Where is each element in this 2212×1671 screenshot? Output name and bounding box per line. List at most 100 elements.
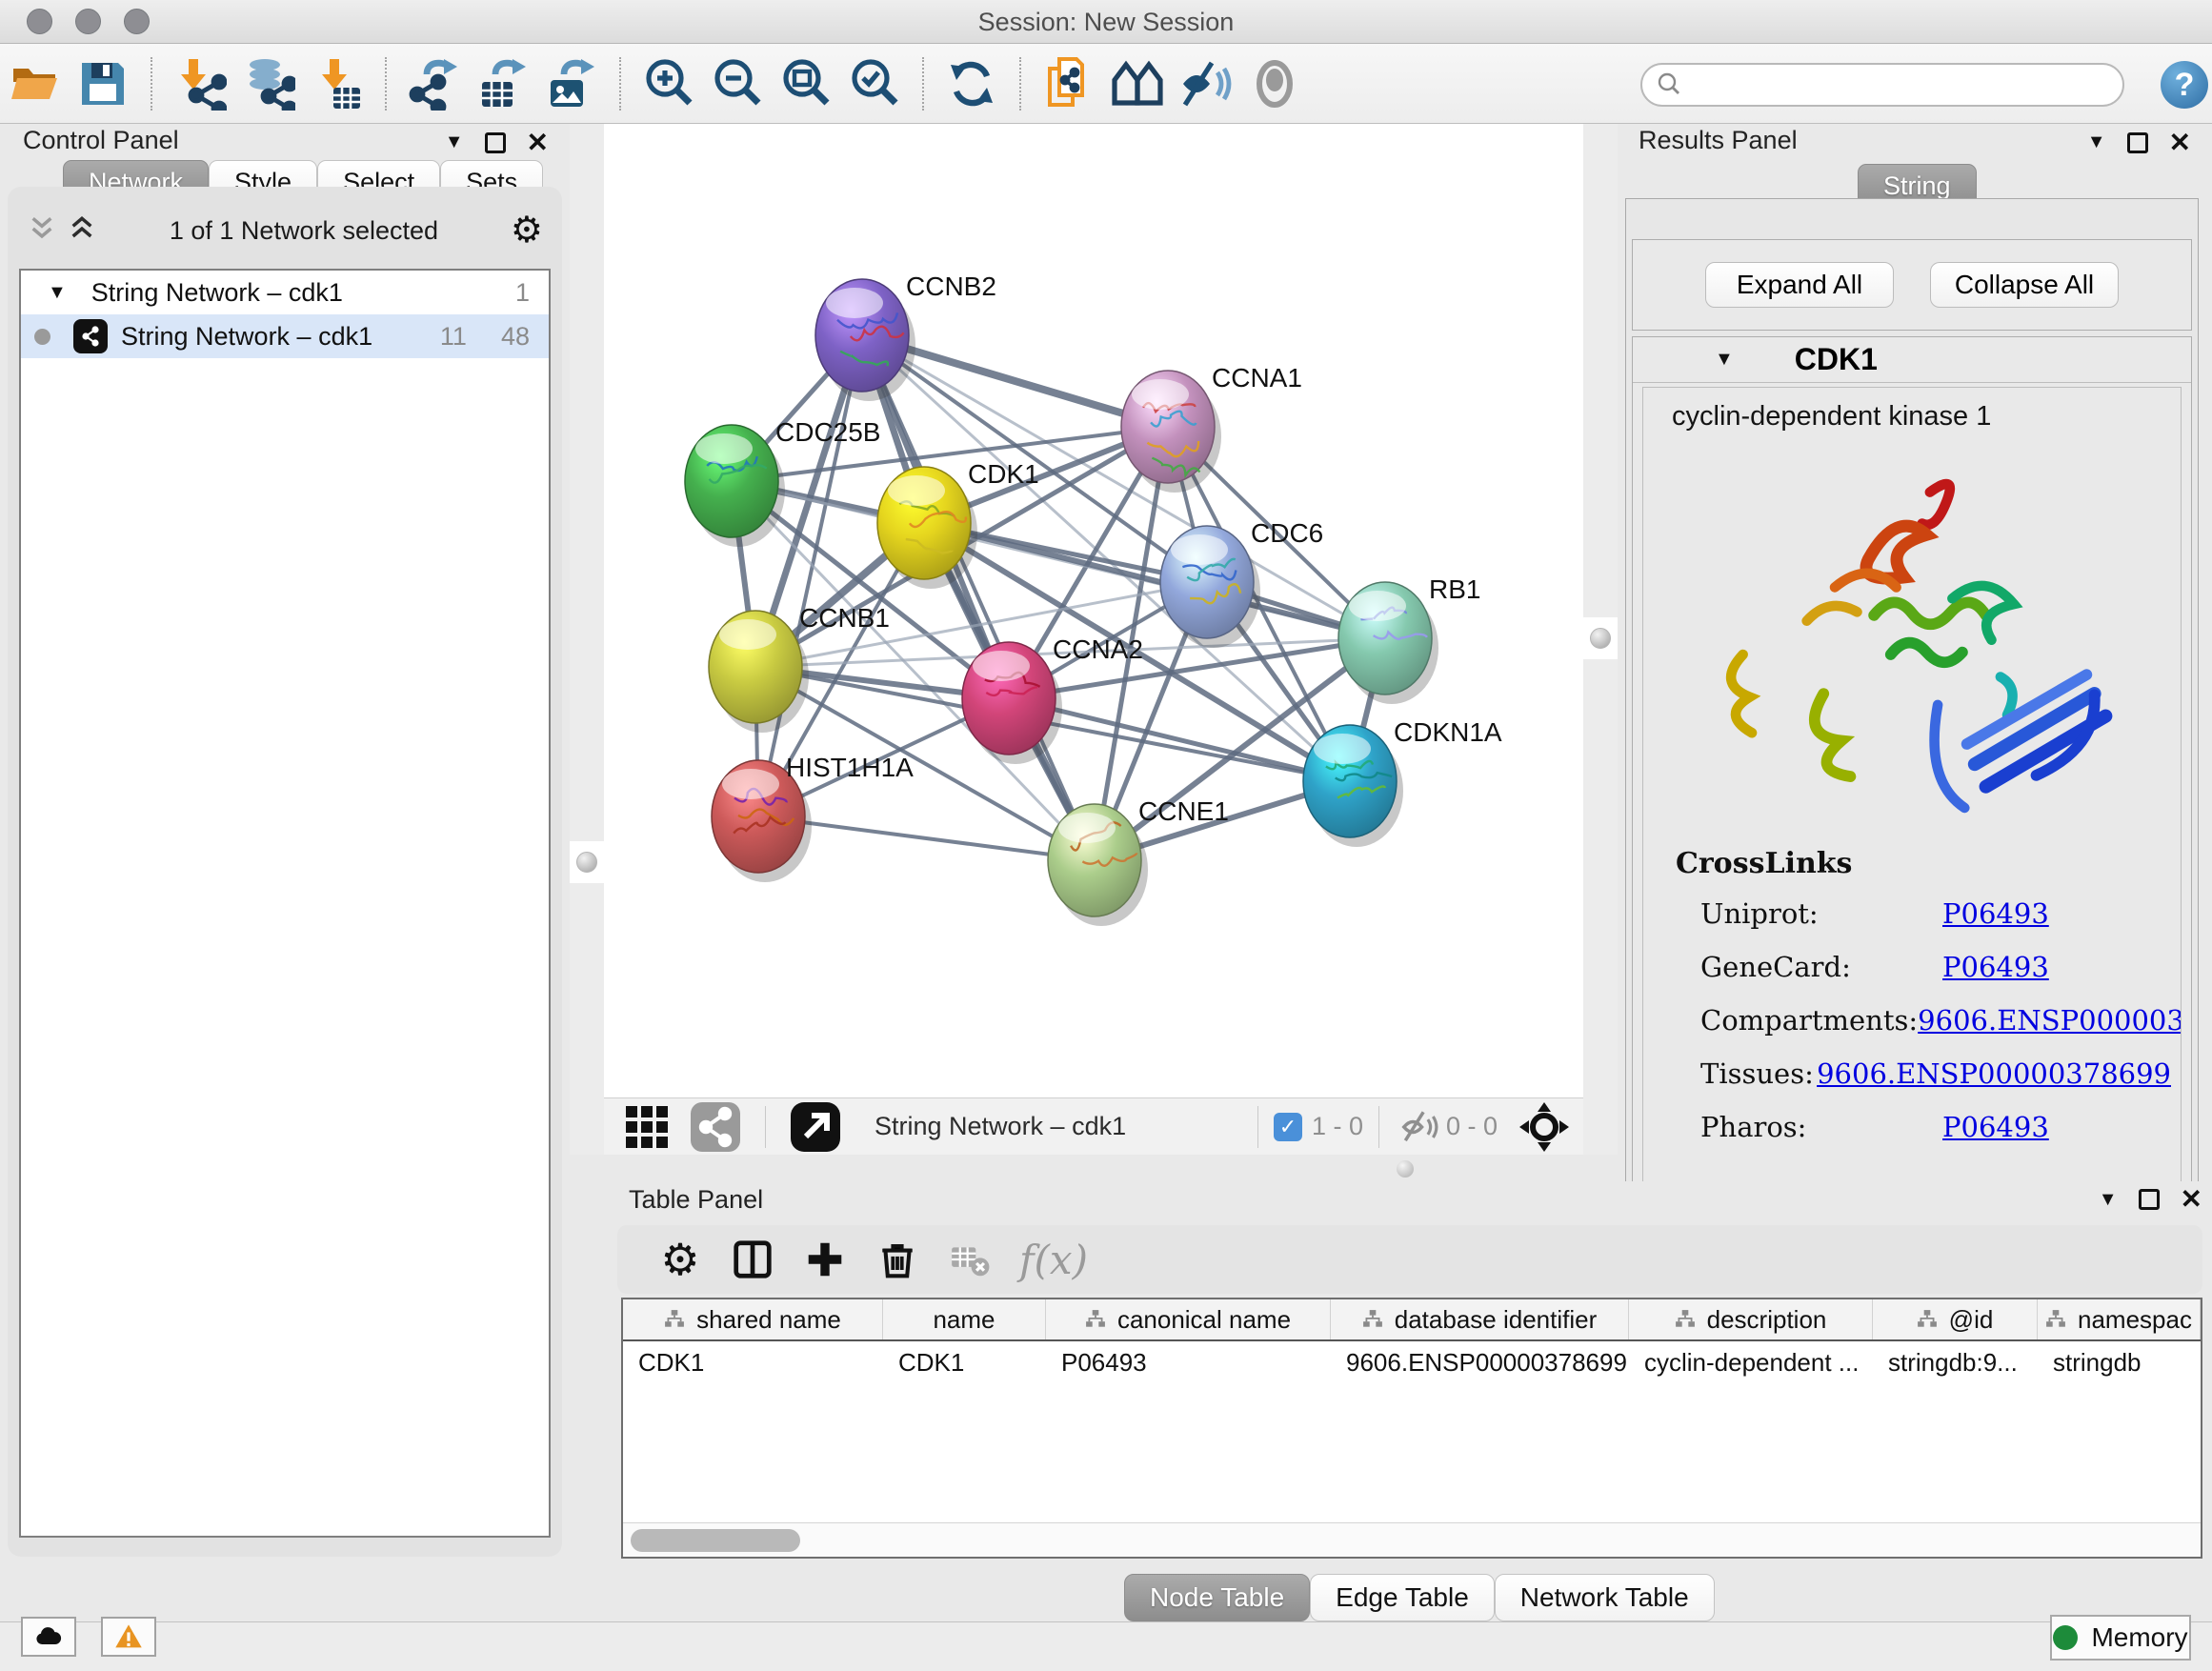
open-session-icon[interactable] [5, 54, 64, 113]
table-panel: Table Panel ▼ ✕ ⚙ f(x) shared namenameca… [604, 1181, 2212, 1621]
export-network-icon[interactable] [405, 54, 464, 113]
network-node[interactable]: CDC25B [685, 417, 880, 547]
table-cell[interactable]: 9606.ENSP00000378699 [1331, 1341, 1629, 1383]
column-header[interactable]: description [1629, 1299, 1873, 1339]
close-results-panel-icon[interactable]: ✕ [2169, 132, 2191, 153]
expand-all-icon[interactable] [67, 213, 97, 249]
column-header[interactable]: @id [1873, 1299, 2038, 1339]
detach-view-icon[interactable] [786, 1097, 845, 1157]
export-image-icon[interactable] [542, 54, 601, 113]
show-all-icon[interactable] [1245, 54, 1304, 113]
tab-edge-table[interactable]: Edge Table [1310, 1574, 1495, 1621]
scrollbar-thumb[interactable] [631, 1529, 800, 1552]
float-panel-icon[interactable]: ▼ [445, 131, 464, 153]
left-splitter[interactable] [570, 124, 604, 1155]
network-collection-row[interactable]: ▼ String Network – cdk1 1 [21, 271, 549, 314]
close-panel-icon[interactable]: ✕ [527, 132, 549, 153]
help-icon[interactable]: ? [2161, 61, 2208, 109]
collapse-all-icon[interactable] [27, 213, 57, 249]
network-canvas[interactable]: CCNB2CCNA1CDC25BCDK1CDC6RB1CCNB1CCNA2CDK… [604, 124, 1583, 1097]
import-table-from-file-icon[interactable] [308, 54, 367, 113]
network-node[interactable]: CCNB1 [709, 603, 890, 733]
table-cell[interactable]: CDK1 [883, 1341, 1046, 1383]
network-node[interactable]: CCNA1 [1121, 363, 1302, 493]
table-row[interactable]: CDK1CDK1P064939606.ENSP00000378699cyclin… [623, 1341, 2201, 1383]
cloud-status-button[interactable] [21, 1617, 76, 1657]
network-view-toolbar: String Network – cdk1 ✓ 1 - 0 0 - 0 [604, 1097, 1583, 1155]
fit-content-crosshair-icon[interactable] [1515, 1097, 1574, 1157]
search-input[interactable] [1682, 66, 2122, 104]
column-header[interactable]: name [883, 1299, 1046, 1339]
show-hide-graphics-details-icon[interactable] [1108, 54, 1167, 113]
maximize-results-panel-icon[interactable] [2127, 132, 2148, 153]
right-splitter[interactable] [1583, 124, 1618, 1155]
gene-expander-icon[interactable]: ▼ [1715, 349, 1734, 371]
network-row[interactable]: String Network – cdk1 11 48 [21, 314, 549, 358]
network-node[interactable]: CCNB2 [815, 272, 996, 401]
network-node[interactable]: CDKN1A [1303, 717, 1502, 847]
network-node[interactable]: CDC6 [1160, 518, 1323, 648]
crosslink-link[interactable]: P06493 [1942, 951, 2049, 983]
function-builder-icon[interactable]: f(x) [1019, 1237, 1088, 1283]
float-table-panel-icon[interactable]: ▼ [2099, 1189, 2118, 1211]
float-results-panel-icon[interactable]: ▼ [2087, 131, 2106, 153]
grid-view-icon[interactable] [617, 1097, 676, 1157]
table-settings-gear-icon[interactable]: ⚙ [654, 1233, 707, 1286]
table-cell[interactable]: stringdb [2038, 1341, 2201, 1383]
network-node[interactable]: HIST1H1A [712, 753, 914, 882]
network-node[interactable]: CCNE1 [1048, 796, 1229, 926]
import-network-from-file-icon[interactable] [171, 54, 230, 113]
right-splitter-handle[interactable] [1583, 617, 1618, 659]
table-cell[interactable]: CDK1 [623, 1341, 883, 1383]
save-session-icon[interactable] [73, 54, 132, 113]
column-header[interactable]: database identifier [1331, 1299, 1629, 1339]
zoom-in-icon[interactable] [639, 54, 698, 113]
duplicate-network-icon[interactable] [1039, 54, 1098, 113]
memory-button[interactable]: Memory [2050, 1615, 2191, 1661]
refresh-icon[interactable] [942, 54, 1001, 113]
crosslink-link[interactable]: P06493 [1942, 897, 2049, 930]
warning-status-button[interactable] [101, 1617, 156, 1657]
network-birds-eye-icon[interactable] [686, 1097, 745, 1157]
crosslink-link[interactable]: 9606.ENSP00000378699 [1817, 1057, 2171, 1090]
tab-node-table[interactable]: Node Table [1124, 1574, 1310, 1621]
maximize-panel-icon[interactable] [485, 132, 506, 153]
table-cell[interactable]: P06493 [1046, 1341, 1331, 1383]
crosslink-link[interactable]: P06493 [1942, 1111, 2049, 1143]
close-table-panel-icon[interactable]: ✕ [2181, 1189, 2202, 1210]
search-field[interactable] [1640, 63, 2124, 107]
column-header[interactable]: canonical name [1046, 1299, 1331, 1339]
hide-selected-icon[interactable] [1176, 54, 1236, 113]
expand-all-button[interactable]: Expand All [1705, 262, 1894, 308]
delete-column-icon[interactable] [871, 1233, 924, 1286]
network-svg[interactable]: CCNB2CCNA1CDC25BCDK1CDC6RB1CCNB1CCNA2CDK… [604, 124, 1583, 1097]
table-cell[interactable]: cyclin-dependent ... [1629, 1341, 1873, 1383]
column-header[interactable]: shared name [623, 1299, 883, 1339]
bottom-splitter-handle[interactable] [1397, 1160, 1414, 1178]
clear-table-icon[interactable] [943, 1233, 996, 1286]
table-cell[interactable]: stringdb:9... [1873, 1341, 2038, 1383]
network-edge[interactable] [758, 335, 862, 816]
export-table-icon[interactable] [473, 54, 533, 113]
tab-network-table[interactable]: Network Table [1495, 1574, 1715, 1621]
application-window: Session: New Session ? Control Panel [0, 0, 2212, 1671]
gene-section-header[interactable]: ▼ CDK1 [1633, 337, 2191, 383]
zoom-fit-icon[interactable] [776, 54, 835, 113]
crosslink-link[interactable]: 9606.ENSP00000378699 [1918, 1004, 2182, 1037]
network-node[interactable]: RB1 [1338, 574, 1480, 704]
table-horizontal-scrollbar[interactable] [623, 1522, 2201, 1557]
selected-checkbox-icon[interactable]: ✓ [1274, 1113, 1302, 1141]
show-columns-icon[interactable] [726, 1233, 779, 1286]
column-header[interactable]: namespac [2038, 1299, 2201, 1339]
collapse-all-button[interactable]: Collapse All [1930, 262, 2119, 308]
zoom-selected-icon[interactable] [845, 54, 904, 113]
collection-expander-icon[interactable]: ▼ [48, 282, 67, 304]
network-options-gear-icon[interactable]: ⚙ [511, 212, 543, 249]
left-splitter-handle[interactable] [570, 841, 604, 883]
node-label: HIST1H1A [786, 753, 914, 782]
import-network-from-database-icon[interactable] [239, 54, 298, 113]
add-column-icon[interactable] [798, 1233, 852, 1286]
network-node[interactable]: CDK1 [877, 459, 1039, 589]
zoom-out-icon[interactable] [708, 54, 767, 113]
maximize-table-panel-icon[interactable] [2139, 1189, 2160, 1210]
